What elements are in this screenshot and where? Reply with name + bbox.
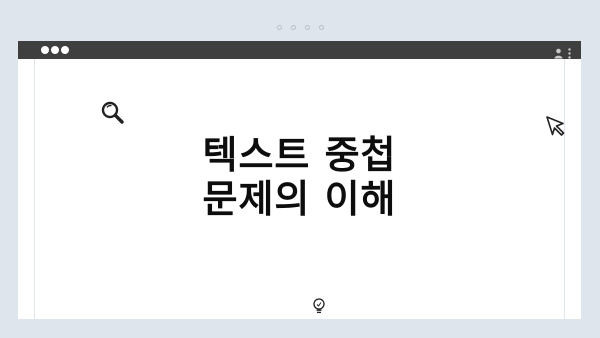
window-titlebar xyxy=(18,41,581,59)
slide-page: 텍스트 중첩 문제의 이해 xyxy=(0,0,600,338)
carousel-dot[interactable] xyxy=(304,25,310,30)
carousel-dot[interactable] xyxy=(318,25,324,30)
slide-content: 텍스트 중첩 문제의 이해 xyxy=(34,59,565,319)
more-vertical-icon[interactable] xyxy=(568,44,571,63)
slide-headline: 텍스트 중첩 문제의 이해 xyxy=(35,133,564,221)
window-control-dot[interactable] xyxy=(51,46,59,54)
lightbulb-icon xyxy=(312,297,326,319)
headline-line-1: 텍스트 중첩 xyxy=(202,133,397,177)
carousel-dot[interactable] xyxy=(290,25,296,30)
browser-window: 텍스트 중첩 문제의 이해 xyxy=(18,41,581,319)
carousel-dot[interactable] xyxy=(276,25,282,30)
window-control-dot[interactable] xyxy=(41,46,49,54)
search-icon xyxy=(100,100,126,130)
window-control-dot[interactable] xyxy=(61,46,69,54)
carousel-dots xyxy=(0,25,600,30)
headline-line-2: 문제의 이해 xyxy=(202,177,397,221)
